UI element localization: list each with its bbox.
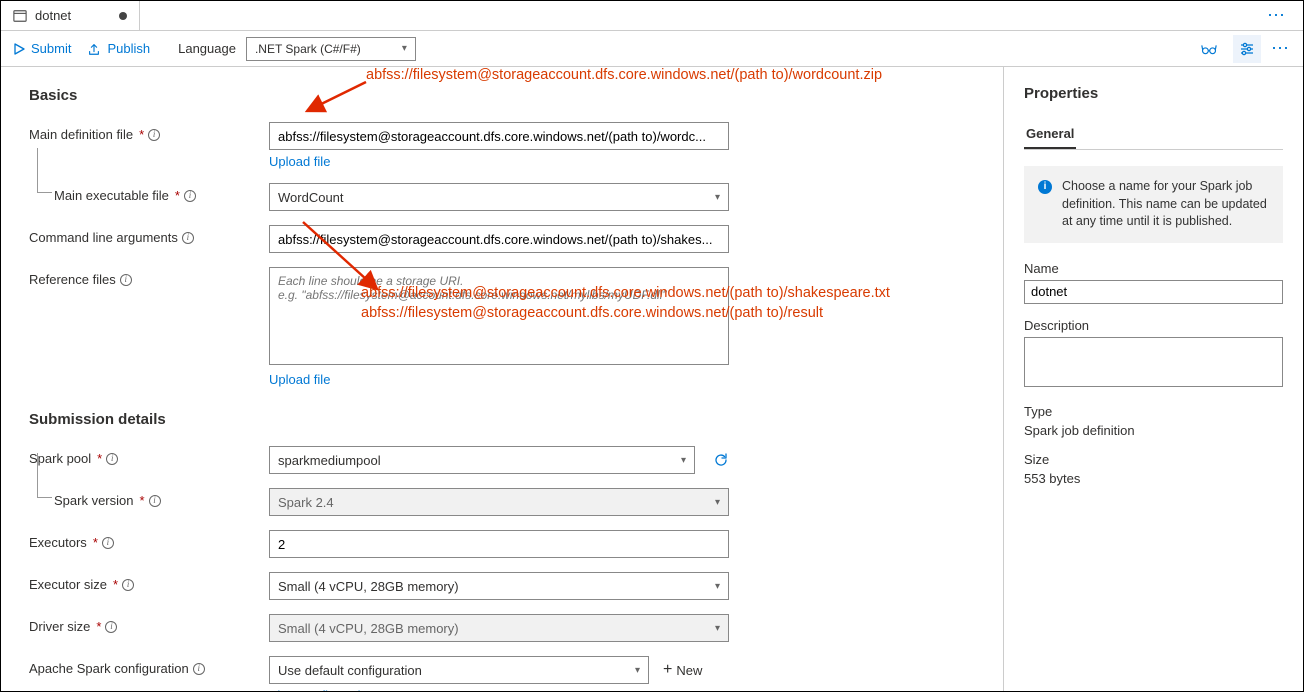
document-icon: [13, 9, 27, 23]
executor-size-select[interactable]: Small (4 vCPU, 28GB memory)▾: [269, 572, 729, 600]
upload-main-def[interactable]: Upload file: [269, 154, 330, 169]
main-panel: Basics abfss://filesystem@storageaccount…: [1, 67, 1003, 691]
description-input[interactable]: [1024, 337, 1283, 387]
glasses-icon[interactable]: [1195, 35, 1223, 63]
properties-title: Properties: [1024, 85, 1283, 102]
tab-title: dotnet: [35, 8, 71, 23]
properties-panel: Properties General i Choose a name for y…: [1003, 67, 1303, 691]
reference-files-input[interactable]: [269, 267, 729, 365]
tab-general[interactable]: General: [1024, 120, 1076, 149]
section-submission: Submission details: [29, 411, 975, 428]
label-executor-size: Executor size*i: [29, 572, 269, 592]
chevron-down-icon: ▾: [715, 623, 720, 634]
tab-bar: dotnet ⋯: [1, 1, 1303, 31]
name-label: Name: [1024, 261, 1283, 276]
info-icon[interactable]: i: [120, 274, 132, 286]
info-icon[interactable]: i: [193, 663, 205, 675]
spark-config-select[interactable]: Use default configuration▾: [269, 656, 649, 684]
info-message: i Choose a name for your Spark job defin…: [1024, 166, 1283, 243]
chevron-down-icon: ▾: [635, 665, 640, 676]
play-icon: [13, 43, 25, 55]
info-icon[interactable]: i: [106, 453, 118, 465]
document-tab[interactable]: dotnet: [1, 1, 140, 30]
main-executable-select[interactable]: WordCount▾: [269, 183, 729, 211]
chevron-down-icon: ▾: [402, 43, 407, 54]
description-label: Description: [1024, 318, 1283, 333]
info-badge-icon: i: [1038, 180, 1052, 194]
refresh-button[interactable]: [713, 452, 729, 468]
info-icon[interactable]: i: [122, 579, 134, 591]
label-cmd-args: Command line argumentsi: [29, 225, 269, 245]
type-label: Type: [1024, 404, 1283, 419]
refresh-icon: [713, 452, 729, 468]
info-icon[interactable]: i: [102, 537, 114, 549]
executors-input[interactable]: [269, 530, 729, 558]
label-driver-size: Driver size*i: [29, 614, 269, 634]
publish-icon: [87, 42, 101, 56]
spark-pool-select[interactable]: sparkmediumpool▾: [269, 446, 695, 474]
main-definition-input[interactable]: [269, 122, 729, 150]
driver-size-select: Small (4 vCPU, 28GB memory)▾: [269, 614, 729, 642]
info-icon[interactable]: i: [105, 621, 117, 633]
plus-icon: +: [663, 661, 672, 679]
toolbar: Submit Publish Language .NET Spark (C#/F…: [1, 31, 1303, 67]
info-icon[interactable]: i: [184, 190, 196, 202]
label-reference-files: Reference filesi: [29, 267, 269, 287]
properties-tabs: General: [1024, 120, 1283, 150]
cmd-args-input[interactable]: [269, 225, 729, 253]
label-main-executable: Main executable file*i: [29, 183, 269, 203]
more-menu[interactable]: ⋯: [1267, 5, 1287, 26]
spark-version-select: Spark 2.4▾: [269, 488, 729, 516]
properties-toggle[interactable]: [1233, 35, 1261, 63]
section-basics: Basics: [29, 87, 975, 104]
chevron-down-icon: ▾: [715, 581, 720, 592]
name-input[interactable]: [1024, 280, 1283, 304]
toolbar-more[interactable]: ⋯: [1271, 38, 1291, 59]
label-spark-pool: Spark pool*i: [29, 446, 269, 466]
size-value: 553 bytes: [1024, 471, 1283, 486]
label-executors: Executors*i: [29, 530, 269, 550]
label-spark-config: Apache Spark configurationi: [29, 656, 269, 676]
language-label: Language: [178, 41, 236, 56]
unsaved-indicator: [119, 12, 127, 20]
view-configurations-link[interactable]: View configurations: [269, 688, 382, 691]
size-label: Size: [1024, 452, 1283, 467]
label-spark-version: Spark version*i: [29, 488, 269, 508]
info-icon[interactable]: i: [148, 129, 160, 141]
upload-ref-files[interactable]: Upload file: [269, 372, 330, 387]
chevron-down-icon: ▾: [715, 192, 720, 203]
label-main-definition: Main definition file*i: [29, 122, 269, 142]
chevron-down-icon: ▾: [715, 497, 720, 508]
publish-button[interactable]: Publish: [87, 41, 150, 56]
info-icon[interactable]: i: [182, 232, 194, 244]
type-value: Spark job definition: [1024, 423, 1283, 438]
language-select[interactable]: .NET Spark (C#/F#) ▾: [246, 37, 416, 61]
submit-button[interactable]: Submit: [13, 41, 71, 56]
annotation-1: abfss://filesystem@storageaccount.dfs.co…: [366, 67, 882, 83]
new-config-button[interactable]: +New: [663, 661, 702, 679]
chevron-down-icon: ▾: [681, 455, 686, 466]
info-icon[interactable]: i: [149, 495, 161, 507]
